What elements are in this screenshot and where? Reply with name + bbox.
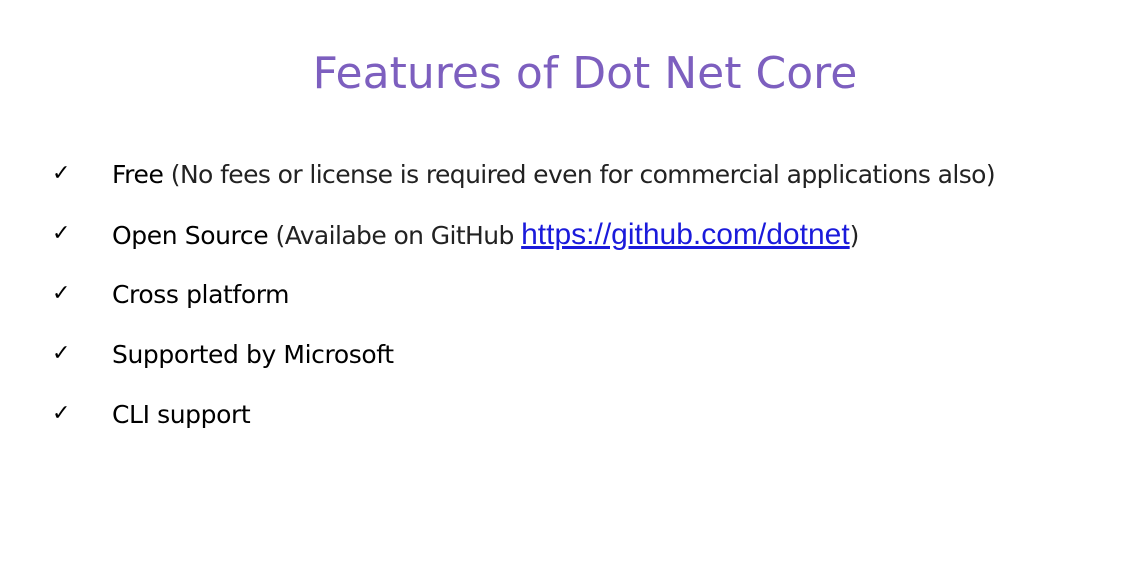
list-item-text: Supported by Microsoft — [112, 340, 394, 370]
feature-detail: (Availabe on GitHub — [268, 221, 522, 250]
feature-detail-close: ) — [849, 221, 860, 250]
feature-label: Free — [112, 160, 164, 189]
list-item-text: Open Source (Availabe on GitHub https://… — [112, 220, 859, 251]
feature-label: CLI support — [112, 400, 251, 429]
slide: Features of Dot Net Core ✓ Free (No fees… — [0, 0, 1139, 568]
feature-label: Supported by Microsoft — [112, 340, 394, 369]
feature-detail: (No fees or license is required even for… — [163, 160, 996, 189]
list-item-text: Free (No fees or license is required eve… — [112, 160, 996, 190]
slide-title: Features of Dot Net Core — [312, 48, 858, 99]
feature-label: Cross platform — [112, 280, 290, 309]
checkmark-icon: ✓ — [52, 401, 71, 426]
feature-label: Open Source — [112, 221, 269, 250]
checkmark-icon: ✓ — [52, 341, 71, 366]
github-link[interactable]: https://github.com/dotnet — [521, 218, 850, 251]
checkmark-icon: ✓ — [52, 281, 71, 306]
checkmark-icon: ✓ — [52, 161, 71, 186]
checkmark-icon: ✓ — [52, 221, 71, 246]
list-item-text: Cross platform — [112, 280, 290, 310]
list-item-text: CLI support — [112, 400, 251, 430]
